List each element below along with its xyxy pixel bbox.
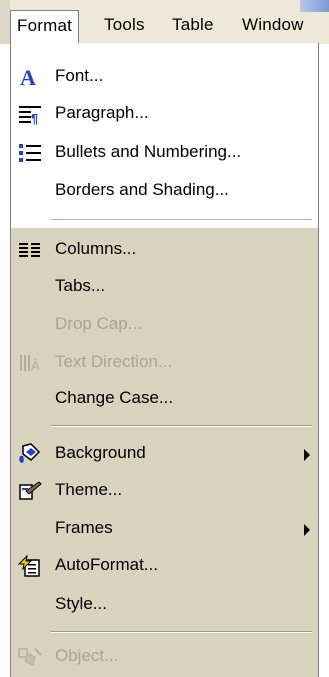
menu-item-theme-label: Theme... xyxy=(55,480,123,499)
title-bar-fragment xyxy=(300,0,329,12)
menu-bar: Format Tools Table Window xyxy=(0,0,329,44)
menu-bar-left-edge xyxy=(0,0,10,44)
menu-item-background-label: Background xyxy=(55,443,146,462)
menu-item-frames-label: Frames xyxy=(55,518,113,537)
svg-text:Â: Â xyxy=(31,358,40,373)
font-icon: A xyxy=(17,65,43,89)
menu-item-object: Object... xyxy=(11,639,318,675)
text-direction-icon: Â xyxy=(17,351,43,375)
menu-item-text-direction: Â Text Direction... xyxy=(11,345,318,381)
menu-item-change-case-label: Change Case... xyxy=(55,388,174,407)
bullets-icon xyxy=(17,141,43,165)
menu-item-frames[interactable]: Frames xyxy=(11,511,318,547)
menu-item-paragraph-label: Paragraph... xyxy=(55,103,149,122)
menu-item-tabs-label: Tabs... xyxy=(55,276,106,295)
menu-item-text-direction-label: Text Direction... xyxy=(55,352,173,371)
svg-text:¶: ¶ xyxy=(31,111,38,125)
menu-item-drop-cap: Drop Cap... xyxy=(11,307,318,343)
separator xyxy=(51,219,312,221)
menu-item-paragraph[interactable]: ¶ Paragraph... xyxy=(11,96,318,132)
menu-window[interactable]: Window xyxy=(242,10,304,40)
menu-item-bullets-label: Bullets and Numbering... xyxy=(55,142,242,161)
menu-item-borders[interactable]: Borders and Shading... xyxy=(11,173,318,209)
menu-item-drop-cap-label: Drop Cap... xyxy=(55,314,142,333)
format-dropdown-menu: A Font... ¶ Paragraph... Bullets and Num… xyxy=(10,43,319,677)
menu-item-columns[interactable]: Columns... xyxy=(11,232,318,268)
menu-tools[interactable]: Tools xyxy=(104,10,145,40)
menu-item-borders-label: Borders and Shading... xyxy=(55,180,229,199)
columns-icon xyxy=(17,238,43,262)
separator xyxy=(51,425,312,427)
menu-item-object-label: Object... xyxy=(55,646,119,665)
menu-item-columns-label: Columns... xyxy=(55,239,137,258)
object-icon xyxy=(17,645,43,669)
paragraph-icon: ¶ xyxy=(17,102,43,126)
submenu-arrow-icon xyxy=(304,449,310,461)
menu-item-theme[interactable]: Theme... xyxy=(11,473,318,509)
separator xyxy=(51,631,312,633)
autoformat-icon xyxy=(17,554,43,578)
menu-item-style[interactable]: Style... xyxy=(11,587,318,623)
menu-format[interactable]: Format xyxy=(10,10,80,44)
menu-table[interactable]: Table xyxy=(172,10,214,40)
menu-item-font[interactable]: A Font... xyxy=(11,59,318,95)
menu-item-font-label: Font... xyxy=(55,66,104,85)
menu-item-style-label: Style... xyxy=(55,594,107,613)
theme-icon xyxy=(17,479,43,503)
menu-item-bullets[interactable]: Bullets and Numbering... xyxy=(11,135,318,171)
svg-text:A: A xyxy=(20,66,36,88)
menu-item-tabs[interactable]: Tabs... xyxy=(11,269,318,305)
menu-item-autoformat[interactable]: AutoFormat... xyxy=(11,548,318,584)
menu-item-background[interactable]: Background xyxy=(11,436,318,472)
submenu-arrow-icon xyxy=(304,524,310,536)
background-icon xyxy=(17,442,43,466)
menu-item-change-case[interactable]: Change Case... xyxy=(11,381,318,417)
menu-item-autoformat-label: AutoFormat... xyxy=(55,555,158,574)
